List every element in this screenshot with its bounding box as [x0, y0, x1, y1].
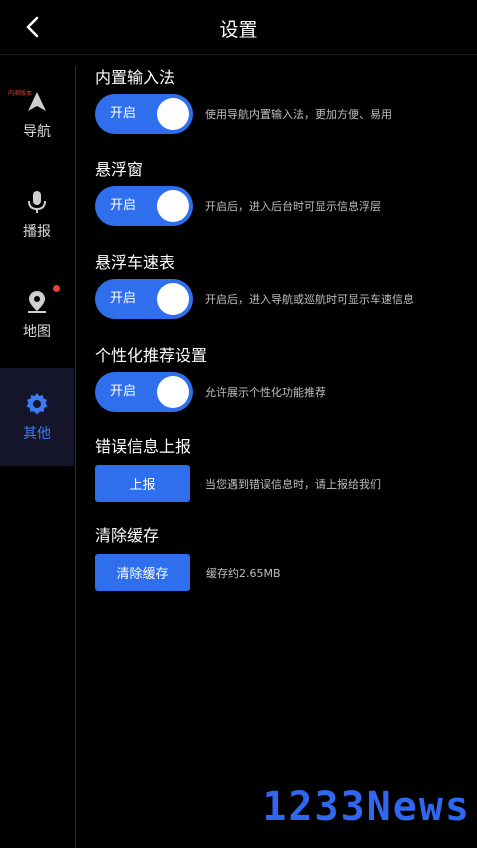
sidebar-item-other[interactable]: 其他: [0, 368, 74, 466]
setting-description: 当您遇到错误信息时，请上报给我们: [205, 477, 381, 491]
toggle-label: 开启: [110, 291, 137, 306]
clear-cache-button[interactable]: 清除缓存: [95, 554, 190, 591]
setting-description: 开启后，进入导航或巡航时可显示车速信息: [205, 293, 414, 306]
toggle-knob: [157, 98, 189, 130]
sidebar-item-label: 播报: [23, 224, 51, 240]
sidebar: 内测版本 导航 播报 地图 其他: [0, 66, 76, 848]
setting-input-method: 内置输入法 开启 使用导航内置输入法，更加方便、易用: [95, 66, 465, 134]
input-method-toggle[interactable]: 开启: [95, 94, 193, 134]
setting-title: 清除缓存: [95, 526, 160, 545]
sidebar-item-label: 其他: [23, 426, 51, 442]
setting-title: 悬浮窗: [95, 160, 144, 179]
toggle-label: 开启: [110, 384, 137, 399]
notification-dot: [53, 285, 60, 292]
toggle-knob: [157, 376, 189, 408]
report-button[interactable]: 上报: [95, 465, 190, 502]
setting-description: 缓存约2.65MB: [206, 566, 281, 580]
setting-description: 允许展示个性化功能推荐: [205, 386, 326, 399]
watermark-logo: 1233News: [262, 784, 471, 830]
setting-personalization: 个性化推荐设置 开启 允许展示个性化功能推荐: [95, 344, 465, 412]
setting-clear-cache: 清除缓存 清除缓存 缓存约2.65MB: [95, 524, 465, 591]
sidebar-item-label: 地图: [23, 324, 51, 340]
setting-title: 个性化推荐设置: [95, 346, 208, 365]
setting-title: 悬浮车速表: [95, 253, 176, 272]
setting-description: 开启后，进入后台时可显示信息浮层: [205, 200, 381, 213]
microphone-icon: [24, 189, 50, 215]
setting-description: 使用导航内置输入法，更加方便、易用: [205, 108, 392, 121]
sidebar-item-broadcast[interactable]: 播报: [0, 166, 74, 264]
navigation-arrow-icon: [24, 89, 50, 115]
toggle-knob: [157, 283, 189, 315]
sidebar-item-navigation[interactable]: 导航: [0, 66, 74, 164]
setting-title: 错误信息上报: [95, 437, 192, 456]
toggle-label: 开启: [110, 198, 137, 213]
toggle-label: 开启: [110, 106, 137, 121]
map-pin-icon: [24, 285, 60, 315]
gear-icon: [24, 391, 50, 417]
header-bar: 设置: [0, 0, 477, 55]
setting-title: 内置输入法: [95, 68, 176, 87]
setting-speedometer: 悬浮车速表 开启 开启后，进入导航或巡航时可显示车速信息: [95, 251, 465, 319]
speedometer-toggle[interactable]: 开启: [95, 279, 193, 319]
floating-window-toggle[interactable]: 开启: [95, 186, 193, 226]
setting-floating-window: 悬浮窗 开启 开启后，进入后台时可显示信息浮层: [95, 158, 465, 226]
sidebar-item-map[interactable]: 地图: [0, 266, 74, 364]
page-title: 设置: [219, 19, 258, 41]
sidebar-item-label: 导航: [23, 124, 51, 140]
personalization-toggle[interactable]: 开启: [95, 372, 193, 412]
setting-error-report: 错误信息上报 上报 当您遇到错误信息时，请上报给我们: [95, 435, 465, 502]
toggle-knob: [157, 190, 189, 222]
